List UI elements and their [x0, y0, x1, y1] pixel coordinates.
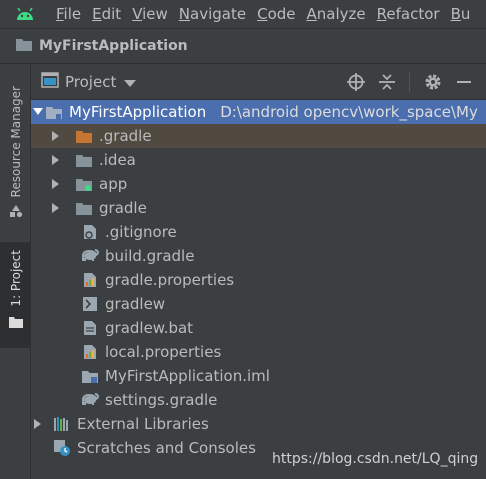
hide-panel-icon[interactable]: [456, 73, 472, 91]
collapsed-arrow-icon[interactable]: [49, 155, 63, 165]
menu-edit[interactable]: Edit: [92, 5, 121, 23]
tree-item-build-gradle[interactable]: build.gradle: [31, 244, 486, 268]
shell-script-icon: [81, 296, 99, 312]
resource-manager-label: Resource Manager: [8, 86, 23, 198]
properties-file-icon: [81, 272, 99, 288]
collapsed-arrow-icon[interactable]: [49, 131, 63, 141]
locate-target-icon[interactable]: [347, 73, 365, 91]
folder-orange-icon: [75, 128, 93, 144]
menu-build[interactable]: Bu: [451, 5, 471, 23]
properties-file-icon: [81, 344, 99, 360]
tree-item-gradlew[interactable]: gradlew: [31, 292, 486, 316]
tree-item-label: gradle: [99, 199, 147, 217]
menu-analyze[interactable]: Analyze: [307, 5, 366, 23]
android-module-folder-icon: [75, 176, 93, 192]
ignore-file-icon: [81, 224, 99, 240]
tree-item-gradle[interactable]: gradle: [31, 196, 486, 220]
module-file-icon: [81, 368, 99, 384]
resource-manager-tab[interactable]: Resource Manager: [0, 86, 31, 236]
tree-item-label: gradlew: [105, 295, 166, 313]
tree-item-settings-gradle[interactable]: settings.gradle: [31, 388, 486, 412]
collapsed-arrow-icon[interactable]: [31, 419, 45, 429]
tree-item-idea[interactable]: .idea: [31, 148, 486, 172]
menu-code[interactable]: Code: [257, 5, 295, 23]
tree-item-label: local.properties: [105, 343, 222, 361]
collapsed-arrow-icon[interactable]: [49, 203, 63, 213]
tree-item-label: gradlew.bat: [105, 319, 194, 337]
tree-item-label: .idea: [99, 151, 136, 169]
menu-view[interactable]: View: [132, 5, 168, 23]
chevron-down-icon[interactable]: [124, 73, 137, 92]
tree-item-label: MyFirstApplication.iml: [105, 367, 270, 385]
navigation-bar: MyFirstApplication: [0, 28, 486, 64]
tree-item-gradle-cache[interactable]: .gradle: [31, 124, 486, 148]
breadcrumb-project[interactable]: MyFirstApplication: [39, 38, 188, 54]
project-panel-header: Project: [31, 64, 486, 100]
tree-item-label: .gitignore: [105, 223, 177, 241]
tree-item-label: build.gradle: [105, 247, 195, 265]
menu-refactor[interactable]: Refactor: [377, 5, 440, 23]
root-project-path: D:\android opencv\work_space\My: [220, 103, 478, 121]
collapse-all-icon[interactable]: [379, 73, 395, 91]
collapsed-arrow-icon[interactable]: [49, 179, 63, 189]
watermark-text: https://blog.csdn.net/LQ_qing: [272, 451, 479, 467]
tree-item-gradlew-bat[interactable]: gradlew.bat: [31, 316, 486, 340]
tree-item-gitignore[interactable]: .gitignore: [31, 220, 486, 244]
tree-item-iml[interactable]: MyFirstApplication.iml: [31, 364, 486, 388]
panel-toolbar: [347, 64, 486, 100]
toolbar-separator: [409, 72, 410, 92]
folder-icon: [75, 152, 93, 168]
root-project-name: MyFirstApplication: [69, 103, 207, 121]
tree-item-label: External Libraries: [77, 415, 209, 433]
project-tool-tab[interactable]: 1: Project: [0, 242, 31, 348]
scratches-icon: [53, 440, 71, 456]
tree-item-label: app: [99, 175, 128, 193]
tree-external-libraries[interactable]: External Libraries: [31, 412, 486, 436]
resources-icon: [9, 203, 23, 222]
project-folder-icon: [15, 37, 33, 56]
project-view-selector[interactable]: Project: [65, 73, 116, 91]
menu-bar: File Edit View Navigate Code Analyze Ref…: [0, 0, 486, 28]
tree-item-label: .gradle: [99, 127, 152, 145]
library-icon: [53, 416, 71, 432]
tree-item-app[interactable]: app: [31, 172, 486, 196]
gradle-elephant-icon: [81, 392, 99, 408]
text-file-icon: [81, 320, 99, 336]
tree-item-local-properties[interactable]: local.properties: [31, 340, 486, 364]
project-view-icon: [41, 71, 59, 92]
gradle-elephant-icon: [81, 248, 99, 264]
project-tab-label: 1: Project: [8, 250, 23, 307]
gear-icon[interactable]: [424, 73, 442, 91]
module-folder-icon: [45, 104, 63, 120]
tree-item-label: settings.gradle: [105, 391, 218, 409]
tree-root[interactable]: MyFirstApplication D:\android opencv\wor…: [31, 100, 486, 124]
tree-item-gradle-properties[interactable]: gradle.properties: [31, 268, 486, 292]
menu-navigate[interactable]: Navigate: [179, 5, 246, 23]
folder-icon: [8, 313, 23, 332]
menu-file[interactable]: File: [56, 5, 81, 23]
tree-item-label: Scratches and Consoles: [77, 439, 256, 457]
folder-icon: [75, 200, 93, 216]
expanded-arrow-icon[interactable]: [31, 108, 45, 116]
tree-item-label: gradle.properties: [105, 271, 235, 289]
android-logo-icon: [14, 4, 36, 24]
left-tool-stripe: Resource Manager 1: Project: [0, 64, 31, 479]
project-tree: MyFirstApplication D:\android opencv\wor…: [31, 100, 486, 479]
